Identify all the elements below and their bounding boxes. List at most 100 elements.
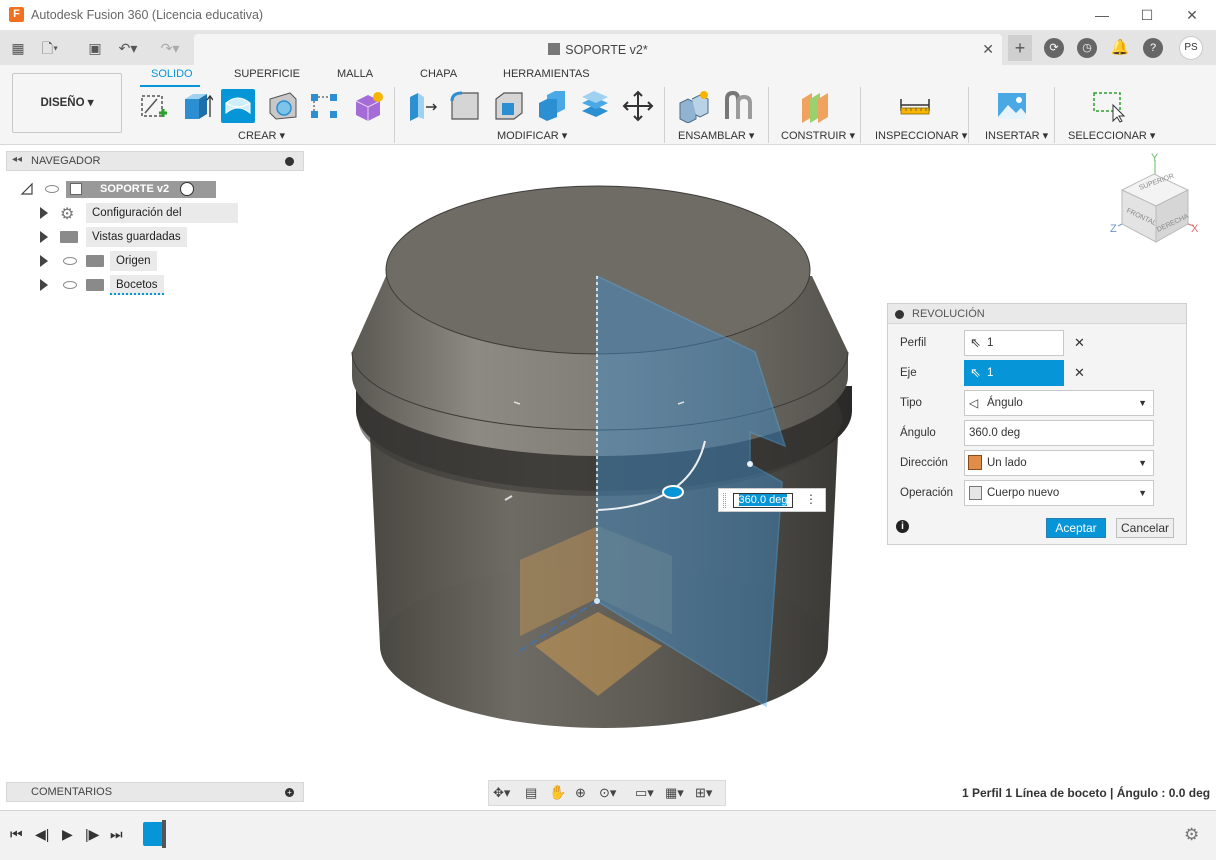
- workspace-selector[interactable]: DISEÑO ▾: [12, 73, 122, 133]
- combine-icon[interactable]: [535, 89, 569, 123]
- navigator-minimize-icon[interactable]: [285, 157, 294, 166]
- viewports-icon[interactable]: ⊞▾: [695, 785, 712, 801]
- insert-image-icon[interactable]: [995, 89, 1029, 123]
- orbit-icon[interactable]: ✥▾: [493, 785, 510, 801]
- go-to-end-icon[interactable]: ⏭: [110, 826, 123, 843]
- angle-input[interactable]: 360.0 deg: [733, 493, 793, 508]
- select-window-icon[interactable]: [1091, 89, 1125, 123]
- group-modificar[interactable]: MODIFICAR ▾: [497, 129, 567, 142]
- group-insertar[interactable]: INSERTAR ▾: [985, 129, 1048, 142]
- help-icon[interactable]: ?: [1143, 38, 1163, 58]
- maximize-button[interactable]: ☐: [1132, 4, 1162, 26]
- extrude-icon[interactable]: [179, 89, 213, 123]
- group-ensamblar[interactable]: ENSAMBLAR ▾: [678, 129, 754, 142]
- drag-handle-icon[interactable]: [723, 493, 726, 508]
- press-pull-icon[interactable]: [404, 89, 438, 123]
- step-forward-icon[interactable]: |▶: [85, 826, 99, 843]
- new-component-icon[interactable]: [677, 89, 711, 123]
- zoom-icon[interactable]: ⊕: [575, 785, 586, 801]
- revolve-icon[interactable]: [221, 89, 255, 123]
- pan-hand-icon[interactable]: ✋: [549, 784, 566, 801]
- measure-icon[interactable]: [898, 89, 932, 123]
- view-cube[interactable]: SUPERIOR FRONTAL DERECHA Y Z X: [1110, 152, 1199, 243]
- close-tab-icon[interactable]: ✕: [982, 41, 994, 58]
- axis-select-button[interactable]: ⇖ 1 seleccionado: [964, 360, 1064, 403]
- undo-icon[interactable]: ↶▾: [118, 38, 138, 58]
- activate-component-icon[interactable]: [180, 182, 194, 196]
- navigator-header[interactable]: ◂◂ NAVEGADOR: [6, 151, 304, 171]
- offset-plane-icon[interactable]: [798, 89, 832, 123]
- browser-item-origin[interactable]: Origen: [38, 251, 158, 271]
- notifications-bell-icon[interactable]: 🔔: [1110, 38, 1130, 58]
- group-seleccionar[interactable]: SELECCIONAR ▾: [1068, 129, 1155, 142]
- redo-icon[interactable]: ↷▾: [160, 38, 180, 58]
- grid-menu-icon[interactable]: ▦: [8, 38, 28, 58]
- group-crear[interactable]: CREAR ▾: [238, 129, 285, 142]
- timeline-settings-gear-icon[interactable]: ⚙: [1184, 825, 1199, 845]
- file-menu-icon[interactable]: 🗋▾: [40, 38, 60, 58]
- expand-icon[interactable]: [40, 207, 48, 219]
- tab-herramientas[interactable]: HERRAMIENTAS: [503, 68, 590, 80]
- group-construir[interactable]: CONSTRUIR ▾: [781, 129, 855, 142]
- fillet-icon[interactable]: [448, 89, 482, 123]
- new-tab-button[interactable]: +: [1008, 35, 1032, 61]
- shell-icon[interactable]: [492, 89, 526, 123]
- pattern-icon[interactable]: [307, 89, 341, 123]
- visibility-eye-icon[interactable]: [45, 185, 59, 193]
- browser-root[interactable]: SOPORTE v2: [20, 179, 240, 199]
- go-to-start-icon[interactable]: ⏮: [10, 826, 23, 843]
- clear-profile-icon[interactable]: ✕: [1074, 335, 1085, 351]
- browser-item-document-settings[interactable]: ⚙ Configuración del documento: [38, 203, 238, 239]
- split-body-icon[interactable]: [578, 89, 612, 123]
- tab-malla[interactable]: MALLA: [337, 68, 373, 80]
- collapse-dialog-icon[interactable]: [895, 310, 904, 319]
- grid-settings-icon[interactable]: ▦▾: [665, 785, 684, 801]
- document-tab[interactable]: SOPORTE v2* ✕: [194, 34, 1002, 65]
- comments-panel[interactable]: COMENTARIOS +: [6, 782, 304, 802]
- expand-icon[interactable]: [40, 255, 48, 267]
- create-sketch-icon[interactable]: [137, 89, 171, 123]
- browser-item-saved-views[interactable]: Vistas guardadas: [38, 227, 198, 247]
- expand-icon[interactable]: [40, 279, 48, 291]
- joint-icon[interactable]: [721, 89, 755, 123]
- direction-dropdown[interactable]: Un lado ▼: [964, 450, 1154, 476]
- tab-solido[interactable]: SOLIDO: [151, 68, 193, 80]
- window-title: Autodesk Fusion 360 (Licencia educativa): [31, 8, 264, 22]
- timeline-marker[interactable]: [162, 820, 166, 848]
- add-comment-icon[interactable]: +: [285, 788, 294, 797]
- type-dropdown[interactable]: ◁ Ángulo ▼: [964, 390, 1154, 416]
- angle-field[interactable]: 360.0 deg: [964, 420, 1154, 446]
- sweep-icon[interactable]: [265, 89, 299, 123]
- save-icon[interactable]: ▣: [85, 38, 105, 58]
- tab-superficie[interactable]: SUPERFICIE: [234, 68, 300, 80]
- minimize-button[interactable]: —: [1087, 4, 1117, 26]
- collapse-navigator-icon[interactable]: ◂◂: [12, 154, 22, 165]
- look-at-icon[interactable]: ▤: [525, 785, 537, 801]
- operation-dropdown[interactable]: Cuerpo nuevo ▼: [964, 480, 1154, 506]
- close-window-button[interactable]: ✕: [1177, 4, 1207, 26]
- more-options-icon[interactable]: ⋮: [805, 492, 817, 506]
- group-inspeccionar[interactable]: INSPECCIONAR ▾: [875, 129, 967, 142]
- play-icon[interactable]: ▶: [62, 826, 73, 843]
- step-back-icon[interactable]: ◀|: [35, 826, 49, 843]
- expand-icon[interactable]: [40, 231, 48, 243]
- job-status-icon[interactable]: ◷: [1077, 38, 1097, 58]
- display-settings-icon[interactable]: ▭▾: [635, 785, 654, 801]
- create-form-icon[interactable]: [351, 89, 385, 123]
- browser-item-sketches[interactable]: Bocetos: [38, 275, 168, 295]
- visibility-eye-icon[interactable]: [63, 281, 77, 289]
- fit-zoom-icon[interactable]: ⊙▾: [599, 785, 616, 801]
- dialog-header[interactable]: REVOLUCIÓN: [888, 304, 1186, 324]
- extensions-icon[interactable]: ⟳: [1044, 38, 1064, 58]
- collapse-root-icon[interactable]: [20, 182, 34, 196]
- profile-select-button[interactable]: ⇖ 1 seleccionado: [964, 330, 1064, 373]
- clear-axis-icon[interactable]: ✕: [1074, 365, 1085, 381]
- move-copy-icon[interactable]: [621, 89, 655, 123]
- info-icon[interactable]: i: [896, 520, 909, 533]
- angle-input-box[interactable]: 360.0 deg ⋮: [718, 488, 826, 512]
- cancel-button[interactable]: Cancelar: [1116, 518, 1174, 538]
- tab-chapa[interactable]: CHAPA: [420, 68, 457, 80]
- ok-button[interactable]: Aceptar: [1046, 518, 1106, 538]
- hidden-eye-icon[interactable]: [63, 257, 77, 265]
- user-avatar[interactable]: PS: [1179, 36, 1203, 60]
